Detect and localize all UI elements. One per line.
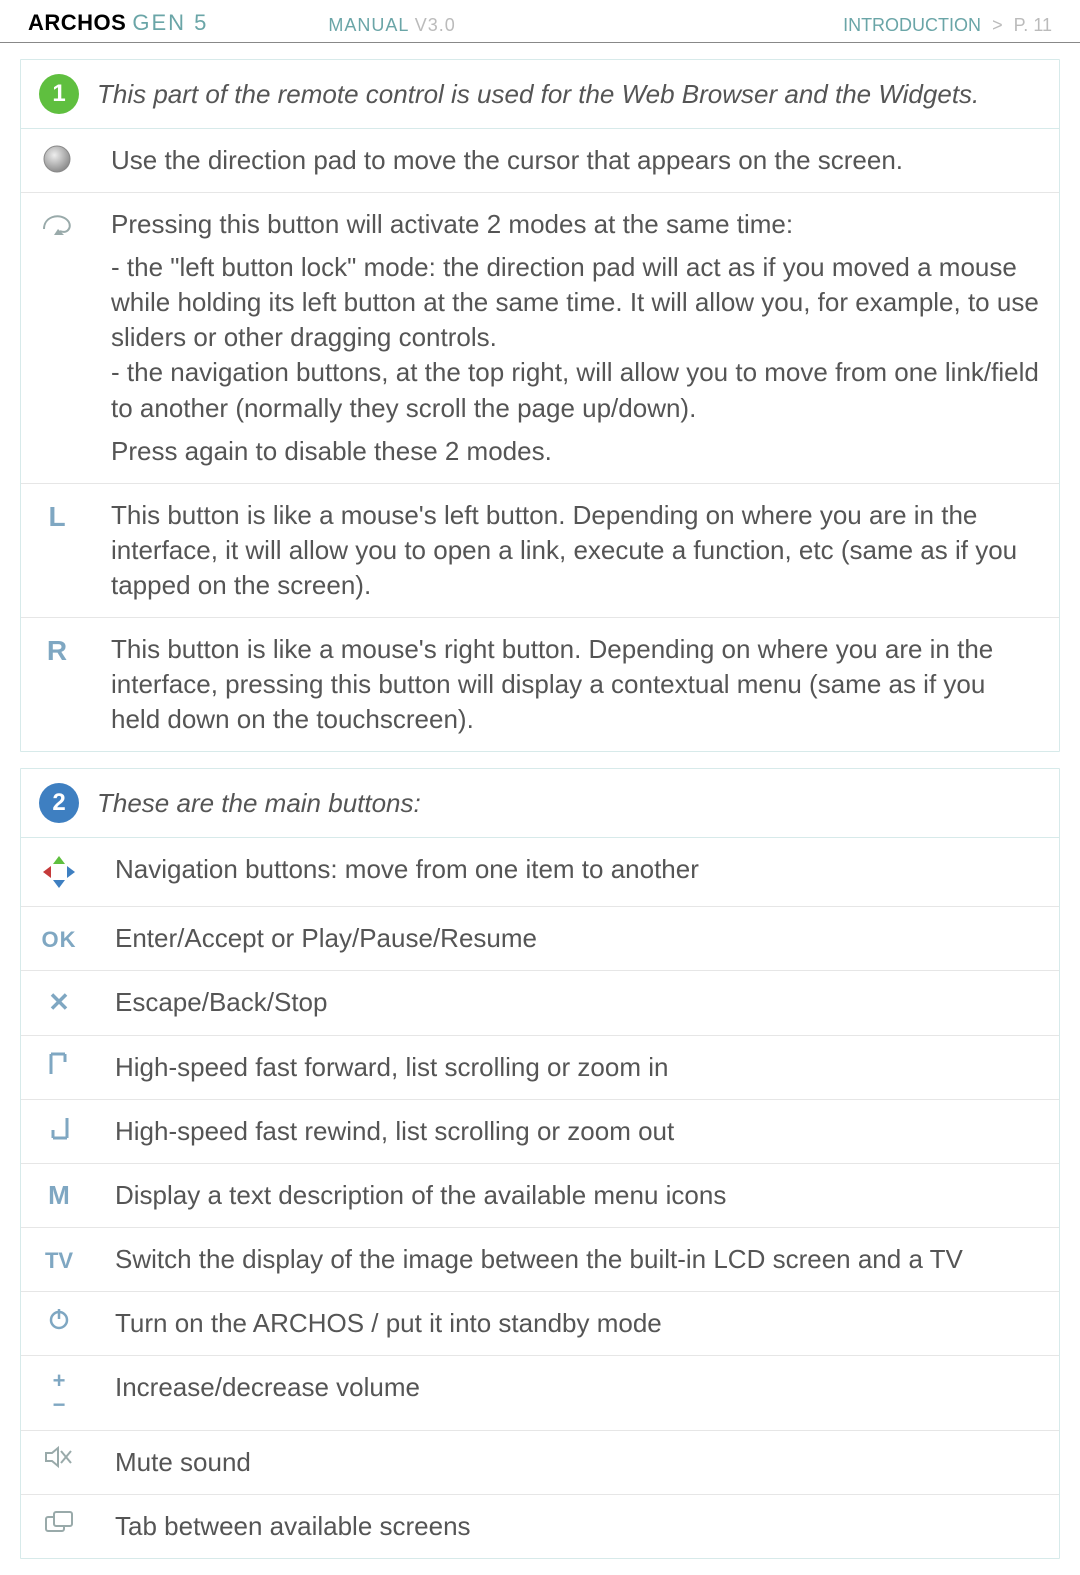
panel-title: These are the main buttons: [97, 788, 421, 819]
row-desc: This button is like a mouse's left butto… [93, 483, 1059, 617]
row-escape: ✕ Escape/Back/Stop [21, 971, 1059, 1035]
section-name: INTRODUCTION [843, 15, 981, 35]
page-number: P. 11 [1014, 15, 1052, 35]
panel-header: 2 These are the main buttons: [21, 769, 1059, 838]
row-left-button: L This button is like a mouse's left but… [21, 483, 1059, 617]
row-desc: Use the direction pad to move the cursor… [93, 129, 1059, 193]
row-cursor-mode: Pressing this button will activate 2 mod… [21, 193, 1059, 484]
row-right-button: R This button is like a mouse's right bu… [21, 618, 1059, 752]
row-desc: Navigation buttons: move from one item t… [97, 838, 1059, 907]
row-desc: Pressing this button will activate 2 mod… [93, 193, 1059, 484]
menu-icon: M [21, 1163, 97, 1227]
nav-arrows-icon [21, 838, 97, 907]
row-desc: Mute sound [97, 1430, 1059, 1494]
ok-icon: OK [21, 907, 97, 971]
panel-number-badge: 1 [39, 74, 79, 114]
row-direction-pad: Use the direction pad to move the cursor… [21, 129, 1059, 193]
row-ok: OK Enter/Accept or Play/Pause/Resume [21, 907, 1059, 971]
row-desc: Switch the display of the image between … [97, 1227, 1059, 1291]
x-icon: ✕ [21, 971, 97, 1035]
panel-number-badge: 2 [39, 783, 79, 823]
tab-screens-icon [21, 1495, 97, 1559]
row-desc: Turn on the ARCHOS / put it into standby… [97, 1291, 1059, 1355]
volume-plus-minus-icon: + − [21, 1355, 97, 1430]
row-mute: Mute sound [21, 1430, 1059, 1494]
manual-label: MANUAL V3.0 [328, 15, 455, 36]
panel-main-buttons: 2 These are the main buttons: Navigation… [20, 768, 1060, 1559]
brand-gen: GEN 5 [132, 10, 208, 36]
row-desc: Escape/Back/Stop [97, 971, 1059, 1035]
mute-icon [21, 1430, 97, 1494]
row-menu: M Display a text description of the avai… [21, 1163, 1059, 1227]
right-button-icon: R [21, 618, 93, 752]
dpad-icon [21, 129, 93, 193]
row-volume: + − Increase/decrease volume [21, 1355, 1059, 1430]
row-desc: Enter/Accept or Play/Pause/Resume [97, 907, 1059, 971]
row-power: Turn on the ARCHOS / put it into standby… [21, 1291, 1059, 1355]
left-button-icon: L [21, 483, 93, 617]
chevron-right-icon: > [992, 15, 1003, 35]
row-nav: Navigation buttons: move from one item t… [21, 838, 1059, 907]
panel-title: This part of the remote control is used … [97, 79, 979, 110]
brand-logo: ARCHOS [28, 10, 126, 36]
row-desc: Tab between available screens [97, 1495, 1059, 1559]
panel1-table: Use the direction pad to move the cursor… [21, 129, 1059, 751]
fast-forward-icon [21, 1035, 97, 1099]
page-location: INTRODUCTION > P. 11 [843, 15, 1052, 36]
panel2-table: Navigation buttons: move from one item t… [21, 838, 1059, 1558]
row-fast-rewind: High-speed fast rewind, list scrolling o… [21, 1099, 1059, 1163]
row-desc: This button is like a mouse's right butt… [93, 618, 1059, 752]
panel-header: 1 This part of the remote control is use… [21, 60, 1059, 129]
panel-remote-web: 1 This part of the remote control is use… [20, 59, 1060, 752]
row-desc: Increase/decrease volume [97, 1355, 1059, 1430]
row-fast-forward: High-speed fast forward, list scrolling … [21, 1035, 1059, 1099]
tv-icon: TV [21, 1227, 97, 1291]
row-desc: Display a text description of the availa… [97, 1163, 1059, 1227]
row-desc: High-speed fast forward, list scrolling … [97, 1035, 1059, 1099]
row-tab: Tab between available screens [21, 1495, 1059, 1559]
fast-rewind-icon [21, 1099, 97, 1163]
cursor-swirl-icon [21, 193, 93, 484]
manual-version: V3.0 [415, 15, 456, 35]
power-icon [21, 1291, 97, 1355]
page-header: ARCHOS GEN 5 MANUAL V3.0 INTRODUCTION > … [0, 0, 1080, 43]
row-desc: High-speed fast rewind, list scrolling o… [97, 1099, 1059, 1163]
row-tv: TV Switch the display of the image betwe… [21, 1227, 1059, 1291]
